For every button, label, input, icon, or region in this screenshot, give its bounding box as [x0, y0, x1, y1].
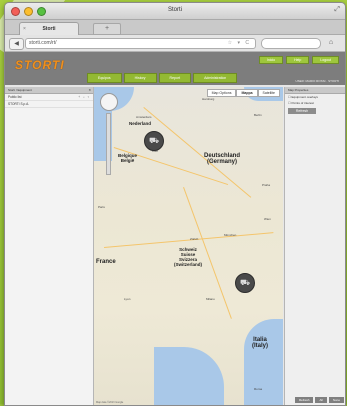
city-label: Amsterdam: [136, 115, 152, 119]
url-action-icons[interactable]: ☆ ▾ C: [228, 39, 251, 48]
window-title: Storti: [167, 7, 182, 13]
map-type-control: Map Options Mappa Satellite: [206, 89, 280, 97]
city-label: Milano: [206, 297, 215, 301]
home-button[interactable]: Inicio: [258, 56, 284, 64]
zoom-slider[interactable]: [106, 113, 111, 175]
main-nav: Equipos History Report Administration: [87, 73, 238, 83]
select-all-button[interactable]: All: [315, 397, 327, 403]
list-item-label: STORTI S.p.A.: [8, 102, 30, 106]
storti-logo: STORTI: [15, 58, 65, 72]
map-button[interactable]: Mappa: [236, 89, 258, 97]
satellite-button[interactable]: Satellite: [257, 89, 280, 97]
window-titlebar: Storti ⤢: [5, 3, 345, 20]
label-belgium: Belgique België: [118, 153, 138, 163]
road: [104, 232, 274, 248]
city-label: Wien: [264, 217, 271, 221]
label-france: France: [96, 259, 116, 265]
help-button[interactable]: Help: [286, 56, 310, 64]
pan-control[interactable]: [100, 93, 118, 111]
checkbox-label: Points of interest: [291, 101, 314, 105]
label-netherlands: Nederland: [129, 121, 152, 126]
app-header: STORTI Inicio Help Logout Equipos Histor…: [5, 52, 345, 85]
map-properties-header: Map Properties: [285, 87, 345, 94]
bottom-buttons: Refresh All None: [294, 397, 344, 403]
tab-history[interactable]: History: [123, 73, 157, 83]
address-bar: ◀ storti.com/rt/ ☆ ▾ C ⌂: [5, 35, 345, 52]
tab-administration[interactable]: Administration: [193, 73, 238, 83]
label-germany: Deutschland (Germany): [204, 153, 241, 165]
city-label: Lyon: [124, 297, 131, 301]
list-item[interactable]: STORTI S.p.A.: [5, 101, 93, 108]
logout-button[interactable]: Logout: [312, 56, 339, 64]
fullscreen-icon[interactable]: ⤢: [334, 6, 340, 14]
city-label: Paris: [98, 205, 105, 209]
points-of-interest-checkbox[interactable]: ☐ Points of interest: [285, 100, 345, 106]
equipment-panel: Storti / Equipment ✕ Public list + ⌕ ▾ S…: [5, 87, 94, 405]
browser-search-input[interactable]: [261, 38, 321, 49]
tab-close-icon[interactable]: ×: [23, 23, 26, 35]
city-label: München: [224, 233, 237, 237]
panel-close-icon[interactable]: ✕: [88, 87, 91, 93]
truck-marker-icon[interactable]: ⛟: [235, 273, 255, 293]
new-tab-button[interactable]: +: [93, 23, 121, 35]
row-action-icons[interactable]: + ⌕ ▾: [78, 94, 90, 100]
map-options-button[interactable]: Map Options: [206, 89, 237, 97]
map-properties-panel: Map Properties ☐ Equipment overlays ☐ Po…: [284, 87, 345, 405]
tab-equipment[interactable]: Equipos: [87, 73, 122, 83]
city-label: Praha: [262, 183, 271, 187]
adriatic-sea: [244, 319, 283, 405]
app-content: Storti / Equipment ✕ Public list + ⌕ ▾ S…: [5, 85, 345, 405]
label-switzerland: Schweiz Suisse Svizzera (Switzerland): [174, 247, 203, 267]
home-icon[interactable]: ⌂: [325, 38, 337, 48]
back-button[interactable]: ◀: [9, 38, 24, 50]
equipment-panel-title: Storti / Equipment: [8, 88, 32, 92]
ligurian-sea: [154, 347, 224, 405]
city-label: Zürich: [190, 237, 199, 241]
browser-tab-strip: × Storti +: [5, 20, 345, 35]
user-info: USER: MARIO ROSSI · STORTI: [295, 79, 339, 83]
list-item-label: Public list: [8, 95, 22, 99]
city-label: Berlin: [254, 113, 262, 117]
url-input[interactable]: storti.com/rt/ ☆ ▾ C: [25, 38, 256, 49]
checkbox-label: Equipment overlays: [291, 95, 318, 99]
list-item[interactable]: Public list + ⌕ ▾: [5, 94, 93, 101]
city-label: Roma: [254, 387, 263, 391]
tab-label: Storti: [42, 26, 56, 32]
browser-window: Storti ⤢ × Storti + ◀ storti.com/rt/ ☆ ▾…: [4, 2, 346, 406]
refresh-button[interactable]: Refresh: [288, 108, 316, 114]
refresh-all-button[interactable]: Refresh: [294, 397, 314, 403]
select-none-button[interactable]: None: [328, 397, 344, 403]
url-text: storti.com/rt/: [29, 40, 57, 46]
label-italy: Italia (Italy): [252, 337, 269, 349]
tab-report[interactable]: Report: [158, 73, 192, 83]
browser-tab[interactable]: × Storti: [19, 22, 79, 35]
top-buttons: Inicio Help Logout: [258, 56, 339, 64]
map-view[interactable]: Map Options Mappa Satellite Nederland Be…: [94, 87, 283, 405]
equipment-panel-header: Storti / Equipment ✕: [5, 87, 93, 94]
city-label: Hamburg: [202, 97, 215, 101]
truck-marker-icon[interactable]: ⛟: [144, 131, 164, 151]
